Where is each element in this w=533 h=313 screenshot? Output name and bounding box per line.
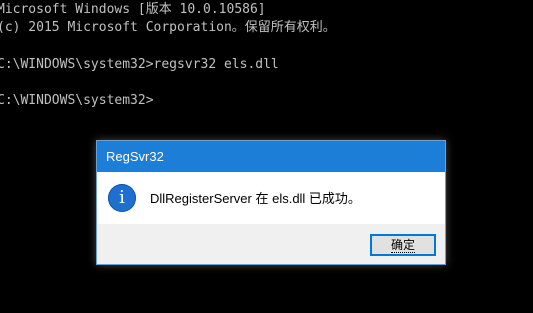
ok-button-label: 确定 — [390, 238, 415, 253]
regsvr32-dialog: RegSvr32 i DllRegisterServer 在 els.dll 已… — [96, 140, 446, 265]
dialog-content: i DllRegisterServer 在 els.dll 已成功。 — [97, 172, 445, 224]
dialog-message: DllRegisterServer 在 els.dll 已成功。 — [150, 191, 361, 206]
dialog-title: RegSvr32 — [106, 149, 164, 164]
info-icon: i — [108, 184, 136, 212]
dialog-footer: 确定 — [97, 224, 445, 264]
console-line-copyright: (c) 2015 Microsoft Corporation。保留所有权利。 — [0, 20, 336, 35]
dialog-title-bar[interactable]: RegSvr32 — [97, 141, 445, 172]
console-line-prompt: C:\WINDOWS\system32> — [0, 93, 154, 108]
ok-button[interactable]: 确定 — [370, 234, 436, 256]
console-line-version: Microsoft Windows [版本 10.0.10586] — [0, 2, 266, 17]
console-line-command: C:\WINDOWS\system32>regsvr32 els.dll — [0, 57, 279, 72]
